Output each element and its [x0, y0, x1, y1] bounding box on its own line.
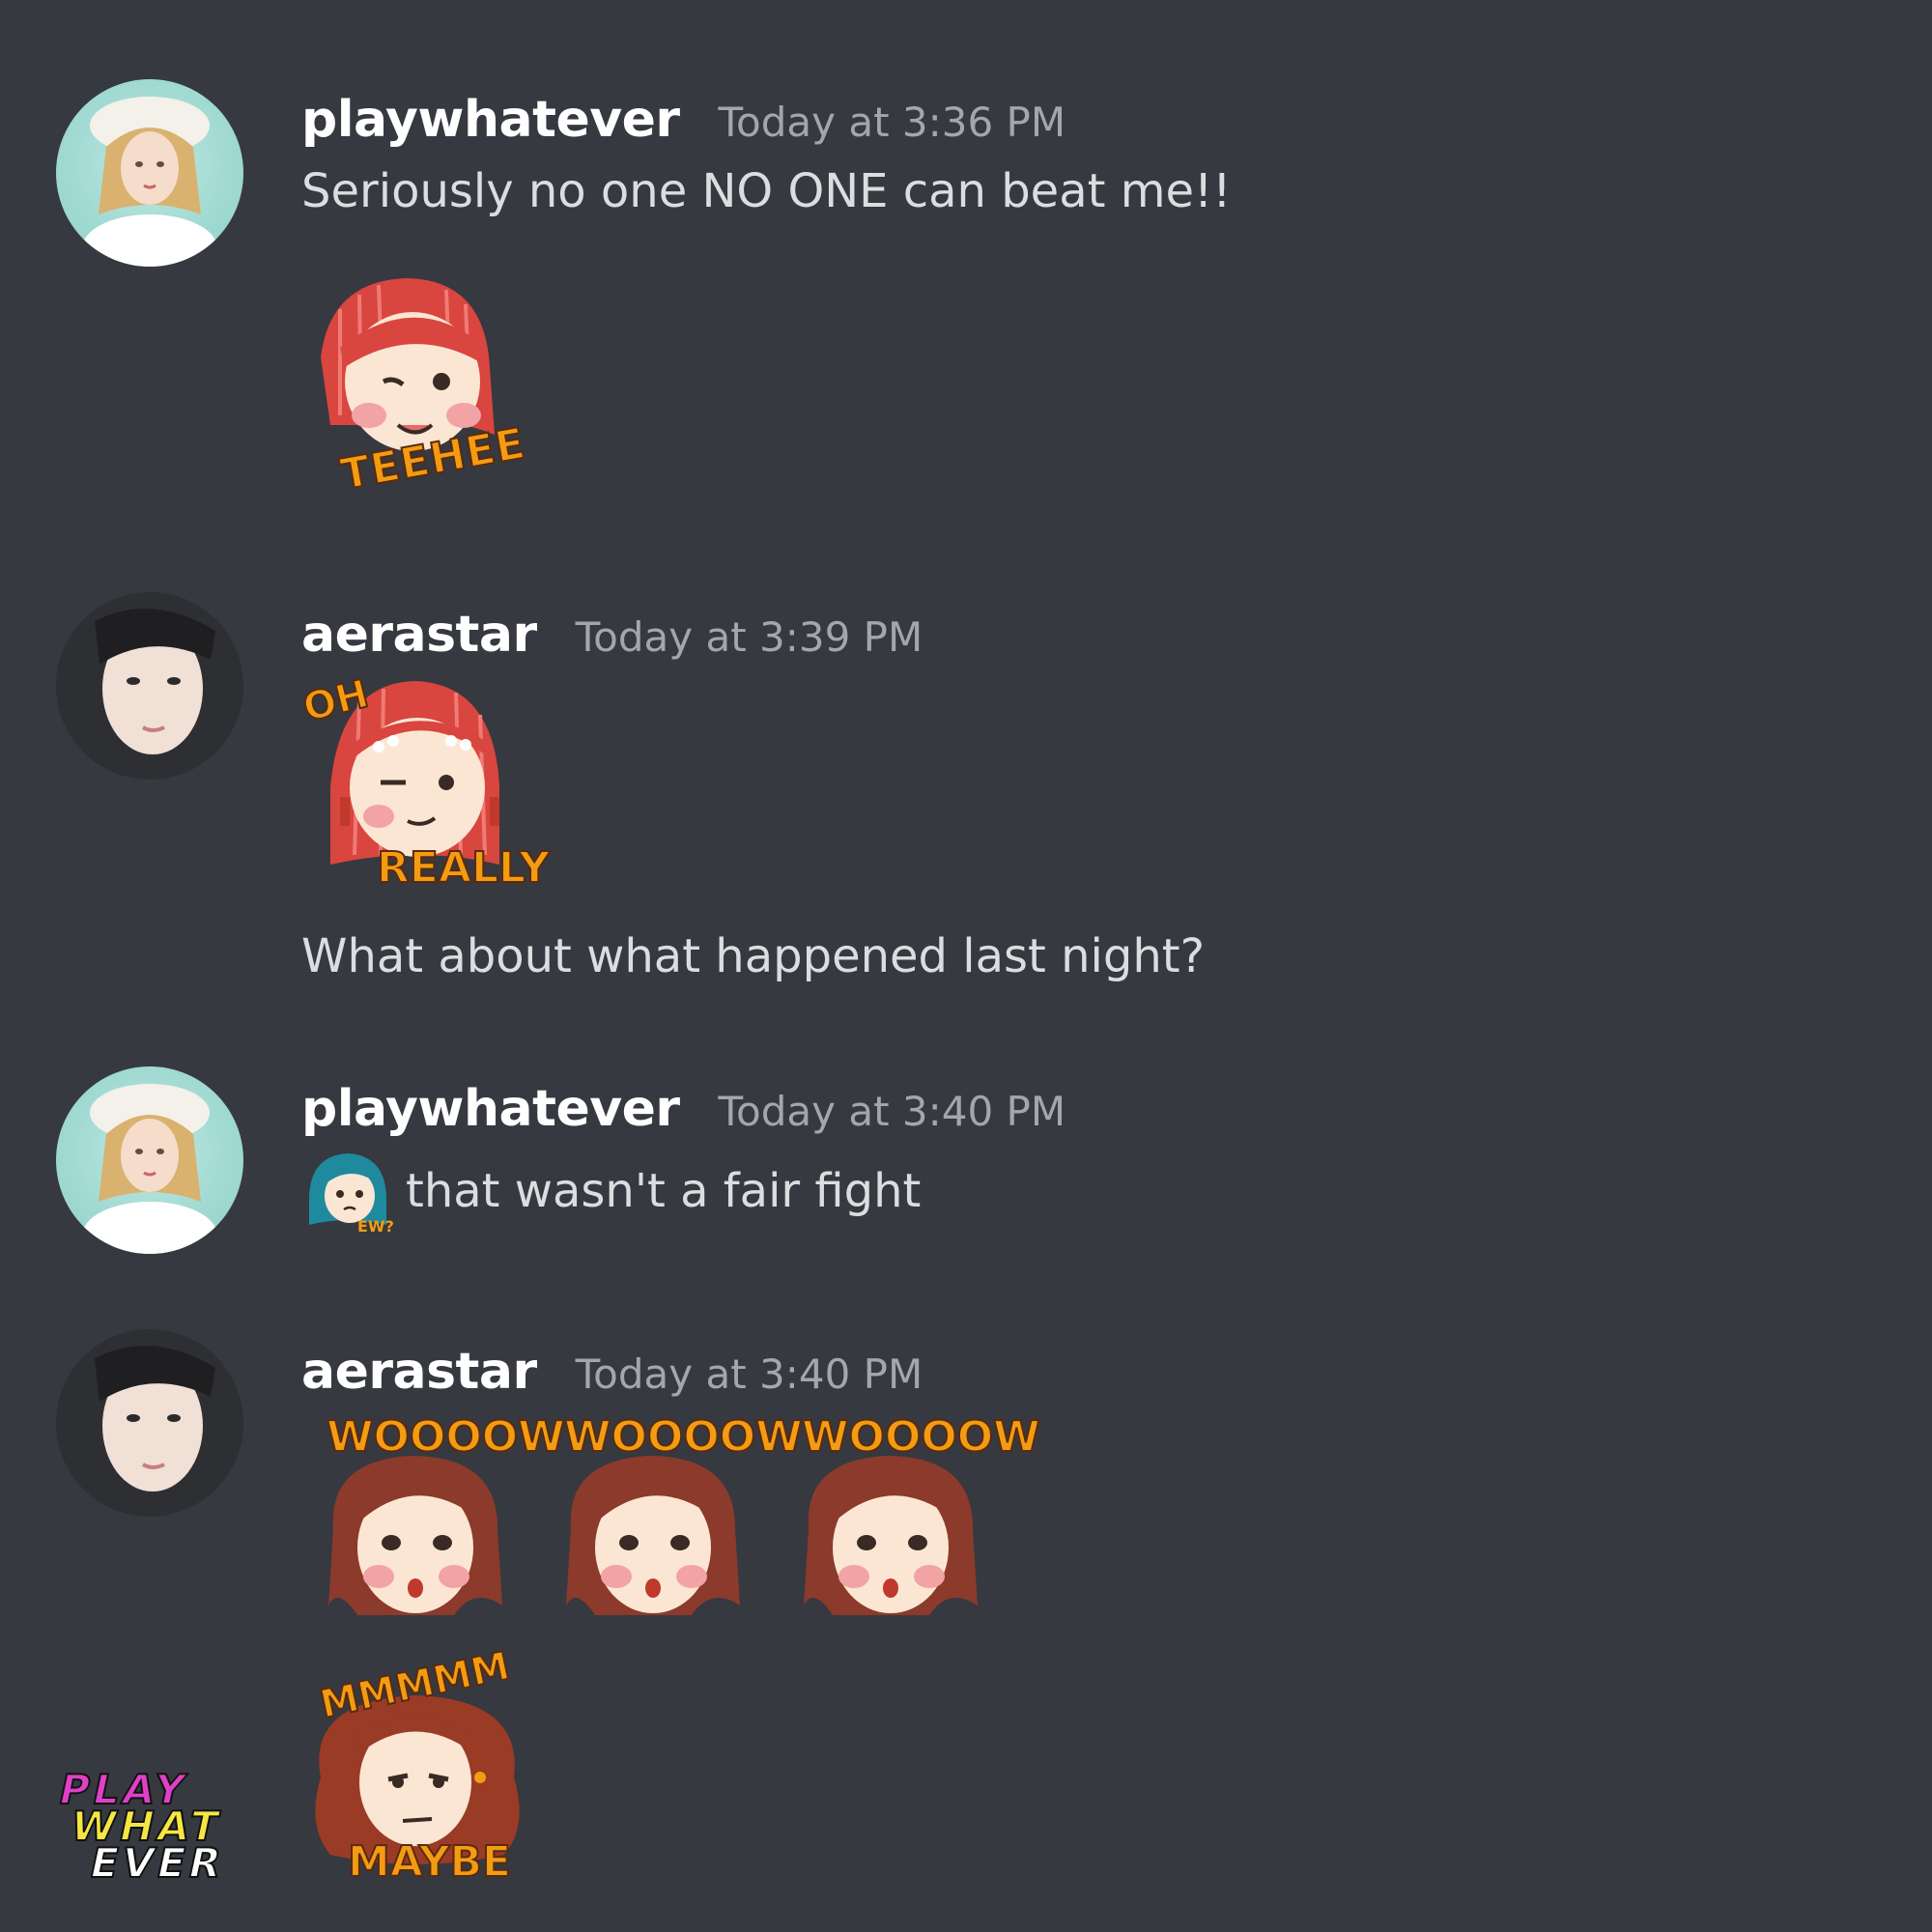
emoji-caption: EW?	[357, 1217, 394, 1236]
teehee-sticker[interactable]: TEEHEE	[301, 270, 530, 502]
wooow-sticker[interactable]: WOOOOW	[794, 1411, 1041, 1634]
user-avatar[interactable]	[56, 1329, 243, 1517]
wooow-sticker[interactable]: WOOOOW	[556, 1411, 804, 1634]
username[interactable]: playwhatever	[301, 1080, 680, 1138]
sticker-caption-bottom: MAYBE	[347, 1836, 512, 1888]
timestamp[interactable]: Today at 3:39 PM	[576, 613, 923, 661]
timestamp[interactable]: Today at 3:40 PM	[719, 1088, 1066, 1135]
message-text: Seriously no one NO ONE can beat me!!	[301, 164, 1232, 218]
username[interactable]: aerastar	[301, 606, 537, 664]
user-avatar[interactable]	[56, 1066, 243, 1254]
ew-emoji[interactable]: EW?	[301, 1148, 394, 1240]
wooow-sticker[interactable]: WOOOOW	[319, 1411, 566, 1634]
mmmm-maybe-sticker[interactable]: MMMMM MAYBE	[301, 1643, 533, 1893]
sticker-caption: WOOOOW	[326, 1411, 566, 1463]
oh-really-sticker[interactable]: OH REALLY	[298, 671, 551, 903]
sticker-caption-bottom: REALLY	[376, 842, 551, 894]
sticker-caption: WOOOOW	[801, 1411, 1041, 1463]
username[interactable]: playwhatever	[301, 91, 680, 149]
message-text: What about what happened last night?	[301, 929, 1206, 983]
logo-line-ever: EVER	[85, 1838, 231, 1888]
user-avatar[interactable]	[56, 79, 243, 267]
sticker-caption: WOOOOW	[563, 1411, 804, 1463]
user-avatar[interactable]	[56, 592, 243, 780]
play-what-ever-logo: PLAY WHAT EVER	[54, 1765, 253, 1888]
username[interactable]: aerastar	[301, 1343, 537, 1401]
message-text: that wasn't a fair fight	[406, 1164, 922, 1218]
timestamp[interactable]: Today at 3:40 PM	[576, 1350, 923, 1398]
timestamp[interactable]: Today at 3:36 PM	[719, 99, 1066, 146]
